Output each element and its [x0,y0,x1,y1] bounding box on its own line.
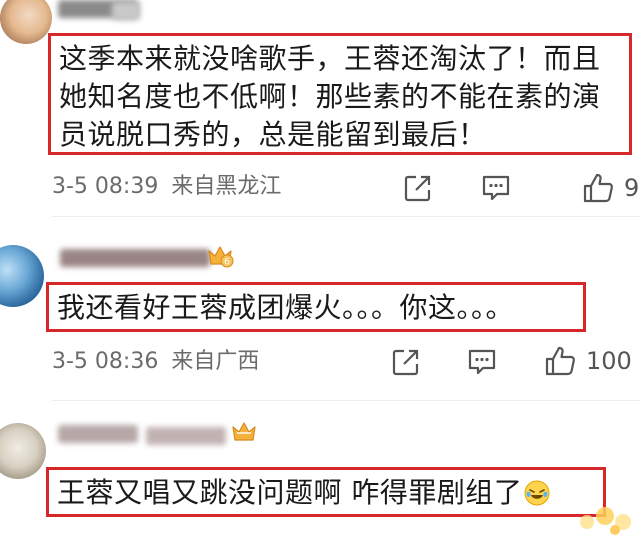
username-blurred-2 [146,427,226,445]
thumbs-up-icon [545,346,575,376]
comment-time: 3-5 08:36 [52,349,159,374]
comment-text: 我还看好王蓉成团爆火。。。你这。。。 [57,291,515,324]
like-button[interactable]: 100 [544,343,632,379]
comment-meta: 3-5 08:39 来自黑龙江 [52,172,281,202]
username-blurred[interactable] [60,249,210,267]
thumbs-up-icon [583,173,613,203]
avatar[interactable] [0,245,44,307]
comment-location: 来自黑龙江 [171,174,282,199]
share-button[interactable] [402,170,434,206]
comment-text-highlighted: 我还看好王蓉成团爆火。。。你这。。。 [46,282,586,332]
decorative-sticker [575,500,639,540]
comment-location: 来自广西 [171,349,260,374]
share-icon [404,175,431,202]
comment-icon [482,175,510,201]
share-button[interactable] [390,344,422,380]
avatar[interactable] [0,423,46,479]
comment-text-highlighted: 王蓉又唱又跳没问题啊 咋得罪剧组了 [46,467,606,517]
crown-badge-icon [230,419,258,445]
comment-text: 王蓉又唱又跳没问题啊 咋得罪剧组了 [57,476,523,509]
like-count: 100 [586,347,632,375]
share-icon [392,349,419,376]
crown-badge-icon: 6 [206,243,234,269]
divider [52,400,640,401]
svg-text:6: 6 [224,258,230,268]
comment-text-highlighted: 这季本来就没啥歌手，王蓉还淘汰了！而且她知名度也不低啊！那些素的不能在素的演员说… [48,33,632,155]
comment-time: 3-5 08:39 [52,174,159,199]
comment-text: 这季本来就没啥歌手，王蓉还淘汰了！而且她知名度也不低啊！那些素的不能在素的演员说… [59,42,601,151]
username-blurred[interactable] [58,425,138,443]
username-blurred-2 [112,2,140,20]
comment-meta: 3-5 08:36 来自广西 [52,347,259,377]
reply-button[interactable] [480,170,512,206]
like-count: 90 [624,174,640,202]
like-button[interactable]: 90 [582,170,640,206]
avatar[interactable] [0,0,52,44]
divider [52,216,640,217]
comment-1: 这季本来就没啥歌手，王蓉还淘汰了！而且她知名度也不低啊！那些素的不能在素的演员说… [0,0,640,215]
comment-icon [468,349,496,375]
comment-3: 王蓉又唱又跳没问题啊 咋得罪剧组了 [0,405,640,549]
laugh-cry-emoji [524,480,550,506]
reply-button[interactable] [466,344,498,380]
comment-2: 6 我还看好王蓉成团爆火。。。你这。。。 3-5 08:36 来自广西 100 [0,225,640,400]
